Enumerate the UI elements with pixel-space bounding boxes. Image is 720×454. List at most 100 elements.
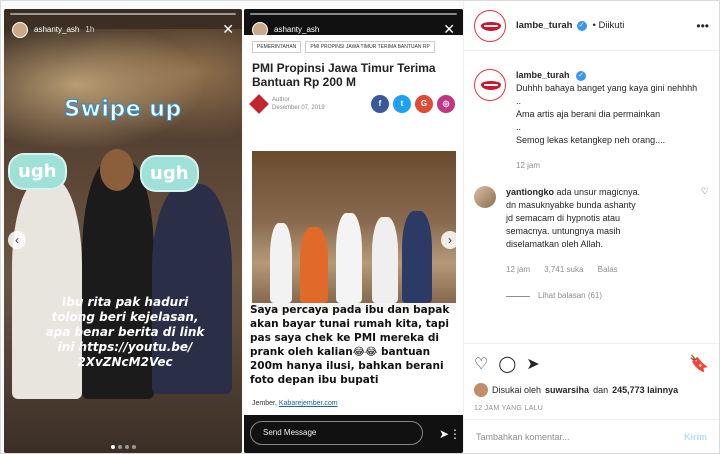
ugh-sticker: ugh — [10, 155, 65, 188]
caption-line: 2XvZNcM2Vec — [77, 355, 173, 369]
comment-likes[interactable]: 3,741 suka — [544, 265, 583, 274]
comment-line: dn masuknyabke bunda ashanty — [506, 200, 636, 210]
liked-by-count[interactable]: 245,773 lainnya — [612, 385, 678, 395]
article-author: Author Desember 07, 2019 — [272, 96, 325, 112]
lips-logo-icon — [481, 81, 501, 90]
liked-by-and: dan — [593, 385, 609, 395]
breadcrumb-tag: PEMERINTAHAN — [252, 41, 302, 53]
reply-button[interactable]: Balas — [598, 265, 618, 274]
article-title: PMI Propinsi Jawa Timur Terima Bantuan R… — [244, 53, 463, 93]
carousel-dot — [117, 445, 122, 449]
bookmark-icon[interactable]: 🔖 — [689, 354, 709, 374]
breadcrumb-tag: PMI PROPINSI JAWA TIMUR TERIMA BANTUAN R… — [305, 41, 435, 53]
person-center-head — [100, 149, 134, 191]
author-label: Author — [272, 97, 290, 103]
photo-figure — [336, 213, 362, 303]
post-header: lambe_turah ✓ • Diikuti ••• — [464, 1, 719, 51]
story-header: ashanty_ash 1h ✕ — [12, 21, 234, 38]
divider — [506, 295, 530, 297]
more-options-icon[interactable]: ••• — [696, 19, 709, 33]
caption-line: 200m hanya ilusi, bahkan berani — [250, 360, 444, 372]
caption-line: akan bayar tunai rumah kita, tapi — [250, 318, 449, 330]
source-link: Kabarejember.com — [278, 400, 338, 407]
verified-icon: ✓ — [576, 20, 587, 31]
following-label: Diikuti — [598, 20, 625, 31]
avatar — [474, 383, 488, 397]
caption-line: tolong beri kejelasan, — [51, 310, 199, 324]
avatar[interactable] — [474, 186, 496, 208]
article-source: Jember, Kabarejember.com — [252, 400, 338, 407]
photo-figure — [402, 211, 432, 303]
article-date: Desember 07, 2019 — [272, 105, 325, 111]
comment-line: diselamatkan oleh Allah. — [506, 239, 604, 249]
media-panel: ashanty_ash 1h ✕ Swipe up ugh ugh Ibu ri… — [1, 1, 463, 453]
caption-line: Duhhh bahaya banget yang kaya gini nehhh… — [516, 83, 698, 93]
story-progress-bar — [10, 13, 236, 15]
carousel-dots — [4, 445, 242, 449]
caption-row: lambe_turah ✓ Duhhh bahaya banget yang k… — [474, 69, 709, 172]
comment-body: yantiongko ada unsur magicnya. dn masukn… — [506, 186, 640, 302]
send-icon: ➤ — [438, 427, 449, 441]
post-comment-button[interactable]: Kirim — [684, 432, 707, 442]
post-sidebar: lambe_turah ✓ • Diikuti ••• lambe_turah … — [463, 1, 719, 453]
view-replies[interactable]: Lihat balasan (61) — [506, 290, 640, 302]
caption-line: .. — [516, 122, 522, 132]
caption-time[interactable]: 12 jam — [516, 161, 540, 170]
comment-bubble-icon[interactable]: ◯ — [498, 354, 516, 374]
breadcrumb: PEMERINTAHAN PMI PROPINSI JAWA TIMUR TER… — [244, 35, 463, 53]
photo-figure — [300, 227, 328, 303]
title-line: Bantuan Rp 200 M — [252, 75, 357, 89]
liked-by-user[interactable]: suwarsiha — [545, 385, 589, 395]
comment-input[interactable]: Tambahkan komentar... — [476, 432, 570, 442]
story-username: ashanty_ash — [274, 25, 320, 34]
avatar[interactable] — [474, 9, 506, 42]
avatar[interactable] — [474, 69, 506, 101]
comment-line: ada unsur magicnya. — [556, 187, 641, 197]
comment-time[interactable]: 12 jam — [506, 265, 530, 274]
add-comment-bar: Tambahkan komentar... Kirim — [464, 419, 719, 453]
comments-section: lambe_turah ✓ Duhhh bahaya banget yang k… — [464, 53, 719, 343]
caption-line: Ama artis aja berani dia permainkan — [516, 109, 661, 119]
carousel-dot — [131, 445, 136, 449]
comment-author[interactable]: yantiongko — [506, 187, 554, 197]
caption-meta: 12 jam — [516, 160, 697, 172]
story-time: 1h — [85, 25, 95, 34]
photo-figure — [372, 217, 398, 303]
instagram-icon: ◎ — [437, 95, 455, 113]
facebook-icon: f — [371, 95, 389, 113]
article-photo — [252, 151, 456, 311]
caption-line: pas saya chek ke PMI mereka di — [250, 332, 439, 344]
story-avatar — [12, 21, 28, 38]
photo-figure — [270, 223, 292, 303]
carousel-dot — [110, 445, 115, 449]
site-logo-icon — [249, 94, 269, 114]
caption-author[interactable]: lambe_turah — [516, 70, 570, 80]
caption-line: Saya percaya pada ibu dan bapak — [250, 304, 450, 316]
carousel-prev-icon[interactable]: ‹ — [8, 231, 26, 249]
like-comment-heart-icon[interactable]: ♡ — [701, 186, 709, 302]
swipe-up-text: Swipe up — [64, 97, 182, 123]
story-caption: Ibu rita pak haduri tolong beri kejelasa… — [16, 295, 234, 370]
carousel-dot — [124, 445, 129, 449]
caption-line: Semog lekas ketangkep neh orang.... — [516, 135, 666, 145]
article-meta: Author Desember 07, 2019 f t G ◎ — [244, 93, 463, 115]
post-timestamp[interactable]: 12 JAM YANG LALU — [474, 405, 543, 412]
share-send-icon[interactable]: ➤ — [526, 354, 539, 374]
like-heart-icon[interactable]: ♡ — [474, 354, 488, 374]
title-line: PMI Propinsi Jawa Timur Terima — [252, 61, 436, 75]
caption-line: Ibu rita pak haduri — [61, 295, 189, 309]
verified-icon: ✓ — [576, 70, 587, 81]
carousel-next-icon[interactable]: › — [441, 231, 459, 249]
liked-by-prefix: Disukai oleh — [492, 385, 542, 395]
caption-line: ini https://youtu.be/ — [57, 340, 193, 354]
story-username: ashanty_ash — [34, 25, 80, 34]
comment-line: semacnya. untungnya masih — [506, 226, 621, 236]
lips-logo-icon — [481, 21, 501, 31]
story-progress-bar — [250, 13, 457, 15]
caption-line: apa benar berita di link — [45, 325, 205, 339]
post-author[interactable]: lambe_turah — [516, 20, 573, 31]
following-status[interactable]: • Diikuti — [593, 20, 625, 31]
comment-line: jd semacam di hypnotis atau — [506, 213, 621, 223]
caption-line: foto depan ibu bupati — [250, 374, 379, 386]
post-actions: ♡ ◯ ➤ 🔖 — [464, 343, 719, 383]
